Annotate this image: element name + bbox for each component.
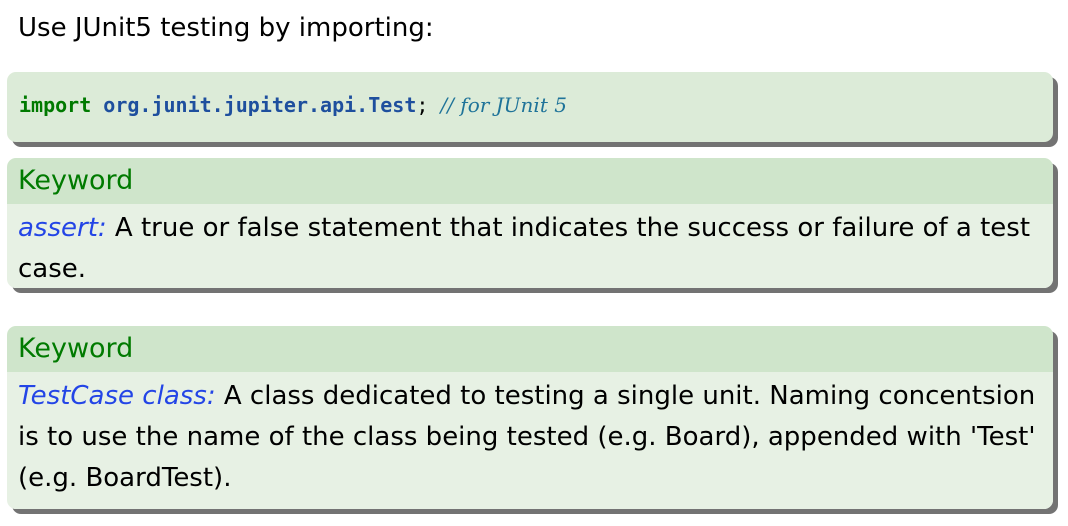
semicolon: ; xyxy=(416,93,429,117)
keyword-box-body: TestCase class: A class dedicated to tes… xyxy=(7,372,1053,509)
import-keyword: import xyxy=(19,93,92,117)
code-block: import org.junit.jupiter.api.Test; // fo… xyxy=(7,72,1053,142)
keyword-definition-text: A true or false statement that indicates… xyxy=(18,213,1031,284)
code-comment: // for JUnit 5 xyxy=(440,93,567,117)
package-name: org.junit.jupiter.api.Test xyxy=(103,93,417,117)
keyword-term: TestCase class: xyxy=(18,381,216,411)
keyword-box-title: Keyword xyxy=(18,333,134,364)
keyword-box-header: Keyword xyxy=(7,326,1053,372)
keyword-box-title: Keyword xyxy=(18,165,134,196)
keyword-box-body: assert: A true or false statement that i… xyxy=(7,204,1053,288)
keyword-box-testcase: Keyword TestCase class: A class dedicate… xyxy=(7,326,1053,509)
import-statement: import org.junit.jupiter.api.Test; // fo… xyxy=(19,89,567,121)
keyword-definition: TestCase class: A class dedicated to tes… xyxy=(18,376,1038,499)
keyword-box-assert: Keyword assert: A true or false statemen… xyxy=(7,158,1053,288)
intro-text: Use JUnit5 testing by importing: xyxy=(18,13,434,43)
keyword-term: assert: xyxy=(18,213,107,243)
keyword-box-header: Keyword xyxy=(7,158,1053,204)
keyword-definition: assert: A true or false statement that i… xyxy=(18,208,1038,288)
